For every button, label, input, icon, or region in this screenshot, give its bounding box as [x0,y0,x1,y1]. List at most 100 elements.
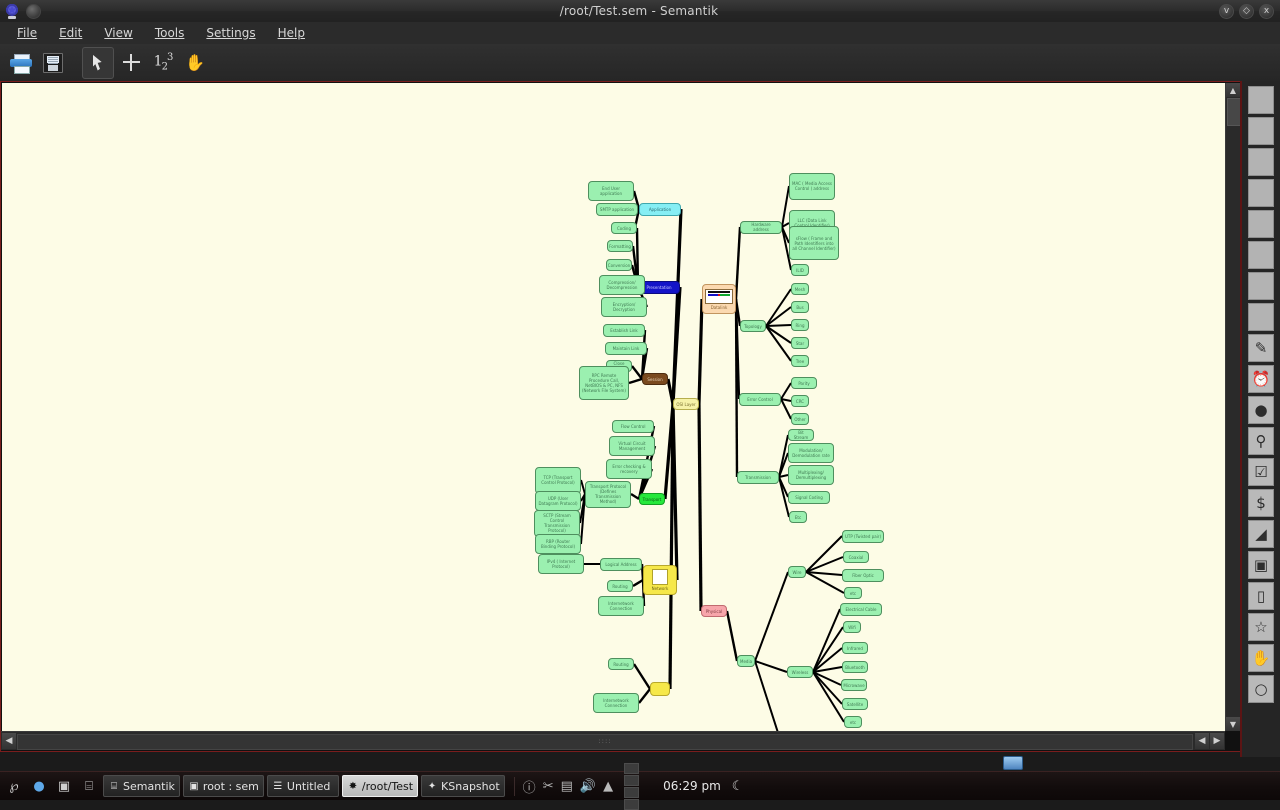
mindmap-node[interactable]: Coding [611,222,637,234]
paintbrush-icon[interactable]: ✎ [1248,334,1274,362]
mindmap-node[interactable]: Microwave [841,679,867,691]
kmenu-icon[interactable]: ℘ [3,775,25,797]
mindmap-node[interactable]: Multiplexing/ Demultiplexing [788,465,834,485]
blank-swatch-6[interactable] [1248,241,1274,269]
minimize-button[interactable]: v [1219,3,1234,19]
mindmap-node[interactable]: Physical [701,605,727,617]
mindmap-node[interactable]: Session [642,373,668,385]
menu-help[interactable]: Help [269,24,314,42]
desktop-pager[interactable] [624,762,652,810]
mindmap-node[interactable]: Network [643,565,677,595]
mindmap-node[interactable]: SMTP application [596,202,638,216]
mindmap-node[interactable]: Transmission [737,470,779,484]
scroll-right-button[interactable]: ▶ [1210,733,1224,749]
mindmap-node[interactable]: Bus [791,301,809,313]
mindmap-node[interactable]: Satellite [842,698,868,710]
pan-tool-button[interactable]: ✋ [180,48,210,78]
mindmap-node[interactable] [650,682,670,696]
clock[interactable]: 06:29 pm [663,779,721,793]
clipboard-icon[interactable]: ▤ [561,779,573,794]
mindmap-node[interactable]: MAC ( Media Access Control ) address [789,172,835,200]
mindmap-node[interactable]: Encryption/ Decryption [601,297,647,317]
add-node-button[interactable] [116,48,146,78]
pager-page-4[interactable] [624,798,640,810]
mindmap-node[interactable]: Signal Coding [788,490,830,504]
mindmap-node[interactable]: Tree [791,355,809,367]
mindmap-node[interactable]: TCP (Transport Control Protocol) [535,466,581,494]
menu-settings[interactable]: Settings [197,24,264,42]
scroll-left-button[interactable]: ◀ [2,733,16,749]
mindmap-node[interactable]: Wifi [843,621,861,633]
scroll-up-button[interactable]: ▲ [1226,83,1240,97]
select-tool-button[interactable] [82,46,114,79]
mindmap-node[interactable]: SCTP (Stream Control Transmission Protoc… [534,509,580,537]
cutlery-icon[interactable]: ☑ [1248,458,1274,486]
task-ksnapshot[interactable]: ✦ KSnapshot [421,775,505,797]
blank-swatch-1[interactable] [1248,86,1274,114]
mindmap-node[interactable]: ILID [791,264,809,276]
mindmap-node[interactable]: End User application [588,181,634,201]
mindmap-node[interactable]: IPv4 ( Internet Protocol) [538,554,584,574]
maximize-button[interactable]: ◇ [1239,3,1254,19]
mindmap-node[interactable]: Formatting [607,240,633,252]
pager-page-3[interactable] [624,786,640,798]
dollar-icon[interactable]: $ [1248,489,1274,517]
mindmap-node[interactable]: Transport Protocol (Defines Transmission… [585,480,631,508]
menu-file[interactable]: File [8,24,46,42]
task-untitled[interactable]: ☰ Untitled [266,775,339,797]
blank-swatch-7[interactable] [1248,272,1274,300]
mindmap-node[interactable]: Etc [789,511,807,523]
blank-swatch-8[interactable] [1248,303,1274,331]
mindmap-node[interactable]: Error Control [739,392,781,406]
mindmap-node[interactable]: UDP (User Datagram Protocol) [535,491,581,511]
blank-swatch-4[interactable] [1248,179,1274,207]
filemanager-icon[interactable]: ⌸ [78,775,100,797]
mindmap-node[interactable]: Star [791,337,809,349]
pager-page-1[interactable] [624,762,640,774]
canvas-horizontal-scrollbar[interactable]: ◀ :::: ◀ ▶ [1,731,1225,750]
horizontal-scroll-thumb[interactable]: :::: [17,734,1193,750]
pager-page-2[interactable] [624,774,640,786]
menu-tools[interactable]: Tools [146,24,194,42]
mindmap-node[interactable]: Application [639,202,681,216]
mindmap-node[interactable]: Virtual Circuit Management [609,436,655,456]
window-menu-icon[interactable] [26,3,41,19]
task-test-sem[interactable]: ✸/root/Test [341,775,419,797]
mindmap-node[interactable]: etc [844,716,862,728]
mindmap-node[interactable]: RBP (Router Binding Protocol) [535,534,581,554]
mindmap-node[interactable]: RPC Remote Procedure Call, NetBIOS & PC,… [579,366,629,400]
volume-icon[interactable]: 🔊 [580,779,596,794]
mindmap-node[interactable]: Bit Stream [788,429,814,441]
scroll-down-button[interactable]: ▼ [1226,717,1240,731]
mindmap-node[interactable]: Bluetooth [842,661,868,673]
mindmap-node[interactable]: Infrared [842,642,868,654]
save-button[interactable] [38,48,68,78]
menu-view[interactable]: View [95,24,141,42]
mindmap-node[interactable]: Internetwork Connection [598,596,644,616]
mindmap-node[interactable]: CRC [791,395,809,407]
print-button[interactable] [6,48,36,78]
speech-bubble-icon[interactable]: ○ [1248,675,1274,703]
mindmap-node[interactable]: Maintain Link [605,341,647,355]
mindmap-node[interactable]: UTP (Twisted pair) [842,529,884,543]
mindmap-node[interactable]: Mesh [791,283,809,295]
mindmap-node[interactable]: Other [791,413,809,425]
mindmap-root-node[interactable]: OSI Layer [673,398,699,410]
updates-icon[interactable]: ▲ [603,779,613,794]
blank-swatch-3[interactable] [1248,148,1274,176]
number-tool-button[interactable]: 123 [148,48,178,78]
close-button[interactable]: x [1259,3,1274,19]
scissors-icon[interactable]: ✂ [543,779,554,794]
mindmap-node[interactable]: etc [844,587,862,599]
mindmap-node[interactable]: Coaxial [843,551,869,563]
mindmap-node[interactable]: sFlow ( Frame and Path Identifiers into … [789,226,839,260]
vertical-scroll-thumb[interactable] [1227,98,1241,126]
mindmap-node[interactable]: Routing [608,658,634,670]
gavel-icon[interactable]: ◢ [1248,520,1274,548]
menu-edit[interactable]: Edit [50,24,91,42]
light-bulb-icon[interactable]: ● [1248,396,1274,424]
mindmap-node[interactable]: Internetwork Connection [593,693,639,713]
mindmap-node[interactable]: Conversion [606,259,632,271]
mindmap-node[interactable]: Error checking & recovery [606,459,652,479]
terminal-icon[interactable]: ▣ [53,775,75,797]
